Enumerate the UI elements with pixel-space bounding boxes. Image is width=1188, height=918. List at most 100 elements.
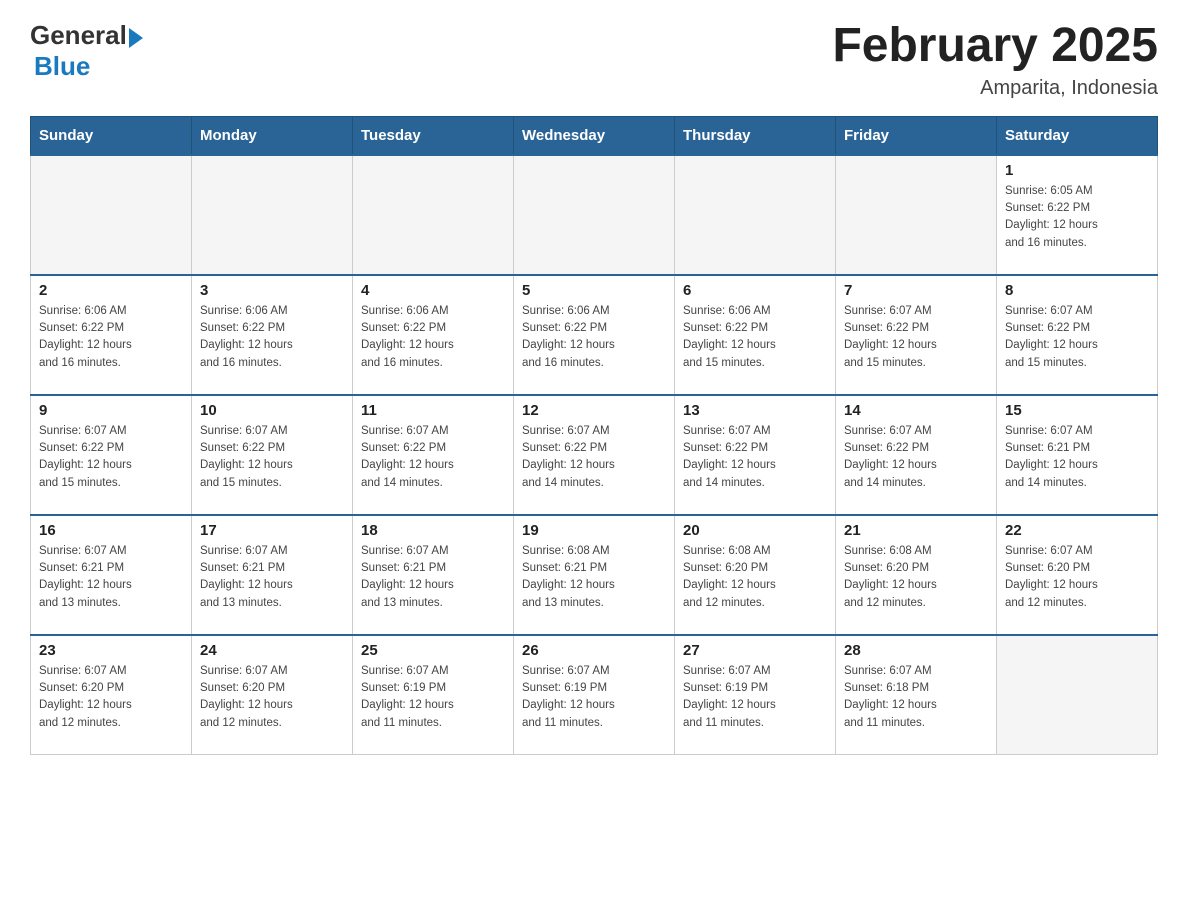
day-info: Sunrise: 6:05 AMSunset: 6:22 PMDaylight:… [1005, 183, 1149, 252]
calendar-day-cell: 26 Sunrise: 6:07 AMSunset: 6:19 PMDayligh… [514, 635, 675, 755]
calendar-day-cell: 19 Sunrise: 6:08 AMSunset: 6:21 PMDayligh… [514, 515, 675, 635]
day-info: Sunrise: 6:06 AMSunset: 6:22 PMDaylight:… [522, 303, 666, 372]
day-number: 13 [683, 402, 827, 419]
calendar-day-cell: 11 Sunrise: 6:07 AMSunset: 6:22 PMDayligh… [353, 395, 514, 515]
day-number: 25 [361, 642, 505, 659]
calendar-day-cell: 25 Sunrise: 6:07 AMSunset: 6:19 PMDayligh… [353, 635, 514, 755]
calendar-table: Sunday Monday Tuesday Wednesday Thursday… [30, 116, 1158, 756]
calendar-day-cell: 12Sunrise: 6:07 AMSunset: 6:22 PMDayligh… [514, 395, 675, 515]
day-number: 27 [683, 642, 827, 659]
day-number: 3 [200, 282, 344, 299]
calendar-week-row: 23 Sunrise: 6:07 AMSunset: 6:20 PMDayligh… [31, 635, 1158, 755]
day-number: 8 [1005, 282, 1149, 299]
calendar-day-cell: 17 Sunrise: 6:07 AMSunset: 6:21 PMDayligh… [192, 515, 353, 635]
calendar-day-cell: 21Sunrise: 6:08 AMSunset: 6:20 PMDayligh… [836, 515, 997, 635]
day-info: Sunrise: 6:07 AMSunset: 6:22 PMDaylight:… [683, 423, 827, 492]
calendar-day-cell: 22 Sunrise: 6:07 AMSunset: 6:20 PMDayligh… [997, 515, 1158, 635]
day-number: 23 [39, 642, 183, 659]
calendar-day-cell [514, 155, 675, 275]
calendar-day-cell: 23 Sunrise: 6:07 AMSunset: 6:20 PMDayligh… [31, 635, 192, 755]
day-info: Sunrise: 6:06 AMSunset: 6:22 PMDaylight:… [361, 303, 505, 372]
calendar-day-cell: 10 Sunrise: 6:07 AMSunset: 6:22 PMDayligh… [192, 395, 353, 515]
calendar-day-cell: 4 Sunrise: 6:06 AMSunset: 6:22 PMDaylight… [353, 275, 514, 395]
calendar-day-cell [675, 155, 836, 275]
day-number: 22 [1005, 522, 1149, 539]
header-thursday: Thursday [675, 116, 836, 155]
day-info: Sunrise: 6:06 AMSunset: 6:22 PMDaylight:… [39, 303, 183, 372]
day-info: Sunrise: 6:07 AMSunset: 6:21 PMDaylight:… [39, 543, 183, 612]
day-info: Sunrise: 6:07 AMSunset: 6:19 PMDaylight:… [522, 663, 666, 732]
day-number: 2 [39, 282, 183, 299]
day-number: 17 [200, 522, 344, 539]
calendar-day-cell: 8 Sunrise: 6:07 AMSunset: 6:22 PMDaylight… [997, 275, 1158, 395]
month-title: February 2025 [832, 20, 1158, 73]
day-info: Sunrise: 6:07 AMSunset: 6:19 PMDaylight:… [361, 663, 505, 732]
day-info: Sunrise: 6:07 AMSunset: 6:21 PMDaylight:… [1005, 423, 1149, 492]
logo: General Blue [30, 20, 143, 82]
day-info: Sunrise: 6:07 AMSunset: 6:22 PMDaylight:… [844, 423, 988, 492]
location-text: Amparita, Indonesia [832, 77, 1158, 100]
logo-blue-text: Blue [34, 51, 90, 82]
day-info: Sunrise: 6:07 AMSunset: 6:20 PMDaylight:… [200, 663, 344, 732]
header-friday: Friday [836, 116, 997, 155]
calendar-day-cell: 16 Sunrise: 6:07 AMSunset: 6:21 PMDayligh… [31, 515, 192, 635]
day-number: 1 [1005, 162, 1149, 179]
calendar-day-cell: 13 Sunrise: 6:07 AMSunset: 6:22 PMDayligh… [675, 395, 836, 515]
day-number: 20 [683, 522, 827, 539]
day-number: 18 [361, 522, 505, 539]
calendar-week-row: 1 Sunrise: 6:05 AMSunset: 6:22 PMDaylight… [31, 155, 1158, 275]
day-info: Sunrise: 6:07 AMSunset: 6:20 PMDaylight:… [39, 663, 183, 732]
day-info: Sunrise: 6:07 AMSunset: 6:21 PMDaylight:… [200, 543, 344, 612]
day-info: Sunrise: 6:07 AMSunset: 6:20 PMDaylight:… [1005, 543, 1149, 612]
day-info: Sunrise: 6:06 AMSunset: 6:22 PMDaylight:… [683, 303, 827, 372]
day-info: Sunrise: 6:07 AMSunset: 6:22 PMDaylight:… [522, 423, 666, 492]
day-number: 11 [361, 402, 505, 419]
calendar-day-cell: 7Sunrise: 6:07 AMSunset: 6:22 PMDaylight… [836, 275, 997, 395]
calendar-day-cell [192, 155, 353, 275]
day-info: Sunrise: 6:08 AMSunset: 6:21 PMDaylight:… [522, 543, 666, 612]
title-section: February 2025 Amparita, Indonesia [832, 20, 1158, 100]
calendar-day-cell: 18 Sunrise: 6:07 AMSunset: 6:21 PMDayligh… [353, 515, 514, 635]
header-tuesday: Tuesday [353, 116, 514, 155]
header-saturday: Saturday [997, 116, 1158, 155]
day-number: 7 [844, 282, 988, 299]
day-info: Sunrise: 6:08 AMSunset: 6:20 PMDaylight:… [683, 543, 827, 612]
day-info: Sunrise: 6:07 AMSunset: 6:22 PMDaylight:… [39, 423, 183, 492]
day-info: Sunrise: 6:07 AMSunset: 6:22 PMDaylight:… [1005, 303, 1149, 372]
logo-general-text: General [30, 20, 127, 51]
calendar-day-cell [997, 635, 1158, 755]
calendar-day-cell: 9 Sunrise: 6:07 AMSunset: 6:22 PMDaylight… [31, 395, 192, 515]
day-number: 10 [200, 402, 344, 419]
calendar-day-cell: 1 Sunrise: 6:05 AMSunset: 6:22 PMDaylight… [997, 155, 1158, 275]
day-number: 16 [39, 522, 183, 539]
calendar-day-cell: 2 Sunrise: 6:06 AMSunset: 6:22 PMDaylight… [31, 275, 192, 395]
calendar-week-row: 16 Sunrise: 6:07 AMSunset: 6:21 PMDayligh… [31, 515, 1158, 635]
day-info: Sunrise: 6:07 AMSunset: 6:22 PMDaylight:… [200, 423, 344, 492]
calendar-day-cell [353, 155, 514, 275]
weekday-header-row: Sunday Monday Tuesday Wednesday Thursday… [31, 116, 1158, 155]
day-number: 19 [522, 522, 666, 539]
day-info: Sunrise: 6:08 AMSunset: 6:20 PMDaylight:… [844, 543, 988, 612]
calendar-day-cell: 28 Sunrise: 6:07 AMSunset: 6:18 PMDayligh… [836, 635, 997, 755]
calendar-day-cell [836, 155, 997, 275]
day-info: Sunrise: 6:07 AMSunset: 6:19 PMDaylight:… [683, 663, 827, 732]
day-number: 14 [844, 402, 988, 419]
day-info: Sunrise: 6:06 AMSunset: 6:22 PMDaylight:… [200, 303, 344, 372]
day-number: 9 [39, 402, 183, 419]
calendar-day-cell: 14 Sunrise: 6:07 AMSunset: 6:22 PMDayligh… [836, 395, 997, 515]
header-monday: Monday [192, 116, 353, 155]
header-sunday: Sunday [31, 116, 192, 155]
day-info: Sunrise: 6:07 AMSunset: 6:18 PMDaylight:… [844, 663, 988, 732]
calendar-day-cell: 3 Sunrise: 6:06 AMSunset: 6:22 PMDaylight… [192, 275, 353, 395]
day-info: Sunrise: 6:07 AMSunset: 6:22 PMDaylight:… [361, 423, 505, 492]
calendar-day-cell [31, 155, 192, 275]
day-number: 4 [361, 282, 505, 299]
day-info: Sunrise: 6:07 AMSunset: 6:21 PMDaylight:… [361, 543, 505, 612]
day-number: 15 [1005, 402, 1149, 419]
calendar-day-cell: 27 Sunrise: 6:07 AMSunset: 6:19 PMDayligh… [675, 635, 836, 755]
day-number: 5 [522, 282, 666, 299]
day-number: 28 [844, 642, 988, 659]
calendar-day-cell: 20 Sunrise: 6:08 AMSunset: 6:20 PMDayligh… [675, 515, 836, 635]
day-number: 26 [522, 642, 666, 659]
page-header: General Blue February 2025 Amparita, Ind… [30, 20, 1158, 100]
